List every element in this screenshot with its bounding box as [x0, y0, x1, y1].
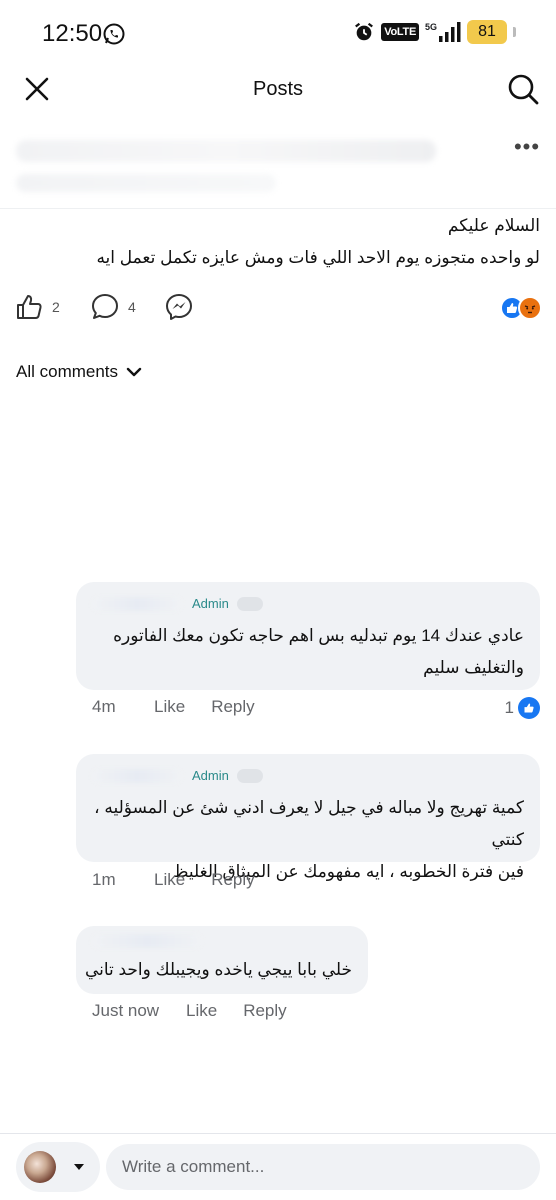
comment-input[interactable] [106, 1144, 540, 1190]
blurred-commenter-name [92, 596, 182, 611]
alarm-icon [355, 22, 374, 41]
comment-reply-button[interactable]: Reply [211, 697, 254, 717]
comment-icon [92, 294, 118, 319]
angry-reaction-icon [518, 296, 542, 320]
messenger-icon [166, 294, 192, 320]
battery-level: 81 [478, 23, 496, 40]
comment-line: عادي عندك 14 يوم تبدليه بس اهم حاجه تكون… [113, 626, 524, 645]
comment-reply-button[interactable]: Reply [211, 870, 254, 890]
comment-button[interactable]: 4 [90, 292, 136, 322]
like-button[interactable]: 2 [14, 292, 60, 322]
whatsapp-icon [103, 23, 125, 45]
battery-tip [513, 27, 516, 37]
all-comments-label: All comments [16, 362, 119, 381]
badge-pill [236, 768, 263, 783]
like-reaction-icon [518, 697, 540, 719]
post-line: لو واحده متجوزه يوم الاحد اللي فات ومش ع… [96, 248, 540, 267]
comment-like-count: 1 [504, 698, 514, 717]
like-count: 2 [52, 299, 60, 315]
blurred-post-meta [16, 174, 276, 192]
comment-like-button[interactable]: Like [154, 870, 185, 890]
identity-switcher[interactable] [16, 1142, 100, 1192]
comment-like-summary[interactable]: 1 [505, 697, 540, 719]
all-comments-filter[interactable]: All comments [16, 362, 144, 382]
comment-composer [0, 1134, 556, 1200]
blurred-author-name [16, 140, 436, 162]
comment-author: Admin [92, 768, 263, 783]
comment-count: 4 [128, 299, 136, 315]
comment-bubble: Admin عادي عندك 14 يوم تبدليه بس اهم حاج… [76, 582, 540, 690]
comment-reply-button[interactable]: Reply [243, 1001, 286, 1021]
thumbs-up-icon [17, 295, 42, 319]
status-time: 12:50 [42, 20, 103, 47]
comment-like-button[interactable]: Like [186, 1001, 217, 1021]
comment-meta: 1m Like Reply [92, 870, 255, 890]
admin-badge: Admin [192, 768, 229, 783]
more-options-button[interactable]: ••• [512, 136, 542, 164]
admin-badge: Admin [192, 596, 229, 611]
comment-time: 1m [92, 870, 116, 889]
comment-like-button[interactable]: Like [154, 697, 185, 717]
blurred-commenter-name [92, 768, 182, 783]
avatar [24, 1151, 56, 1183]
comment-time: 4m [92, 697, 116, 716]
comment-time: Just now [92, 1001, 160, 1020]
battery-icon: 81 [467, 20, 507, 44]
signal-icon [439, 22, 461, 42]
post-divider [0, 208, 556, 209]
comment-text: عادي عندك 14 يوم تبدليه بس اهم حاجه تكون… [84, 620, 524, 684]
status-bar: 12:50 VoLTE 5G 81 [0, 0, 556, 70]
volte-badge: VoLTE [381, 23, 419, 41]
comment-text: خلي بابا ييجي ياخده ويجيبلك واحد تاني [82, 954, 352, 986]
post-author-blurred [16, 140, 436, 200]
angry-face-icon [524, 305, 536, 314]
comment-author: Admin [92, 596, 263, 611]
comment-line: كمية تهريج ولا مباله في جيل لا يعرف ادني… [94, 798, 524, 849]
top-nav: Posts [0, 66, 556, 112]
chevron-down-icon [126, 367, 142, 377]
search-icon[interactable] [506, 72, 540, 106]
post-line: السلام عليكم [447, 216, 540, 235]
post-body: السلام عليكم لو واحده متجوزه يوم الاحد ا… [16, 210, 540, 274]
reaction-summary[interactable] [500, 296, 544, 320]
comment-bubble: Admin كمية تهريج ولا مباله في جيل لا يعر… [76, 754, 540, 881]
comment-author [92, 934, 202, 948]
post-actions: 2 4 [14, 288, 544, 328]
thumbs-up-white-icon [524, 703, 534, 713]
status-icons: VoLTE 5G 81 [353, 20, 516, 44]
caret-down-icon [74, 1164, 84, 1170]
comment-meta: 4m Like Reply [92, 697, 255, 717]
network-type: 5G [424, 21, 437, 32]
messenger-share-button[interactable] [164, 292, 194, 322]
page-title: Posts [252, 78, 304, 100]
comment-bubble: خلي بابا ييجي ياخده ويجيبلك واحد تاني [76, 926, 368, 994]
comment-line: والتغليف سليم [423, 658, 524, 677]
comment-line: خلي بابا ييجي ياخده ويجيبلك واحد تاني [84, 960, 352, 979]
badge-pill [236, 596, 263, 611]
blurred-commenter-name [92, 934, 202, 948]
comment-meta: Just now Like Reply [92, 1001, 287, 1021]
